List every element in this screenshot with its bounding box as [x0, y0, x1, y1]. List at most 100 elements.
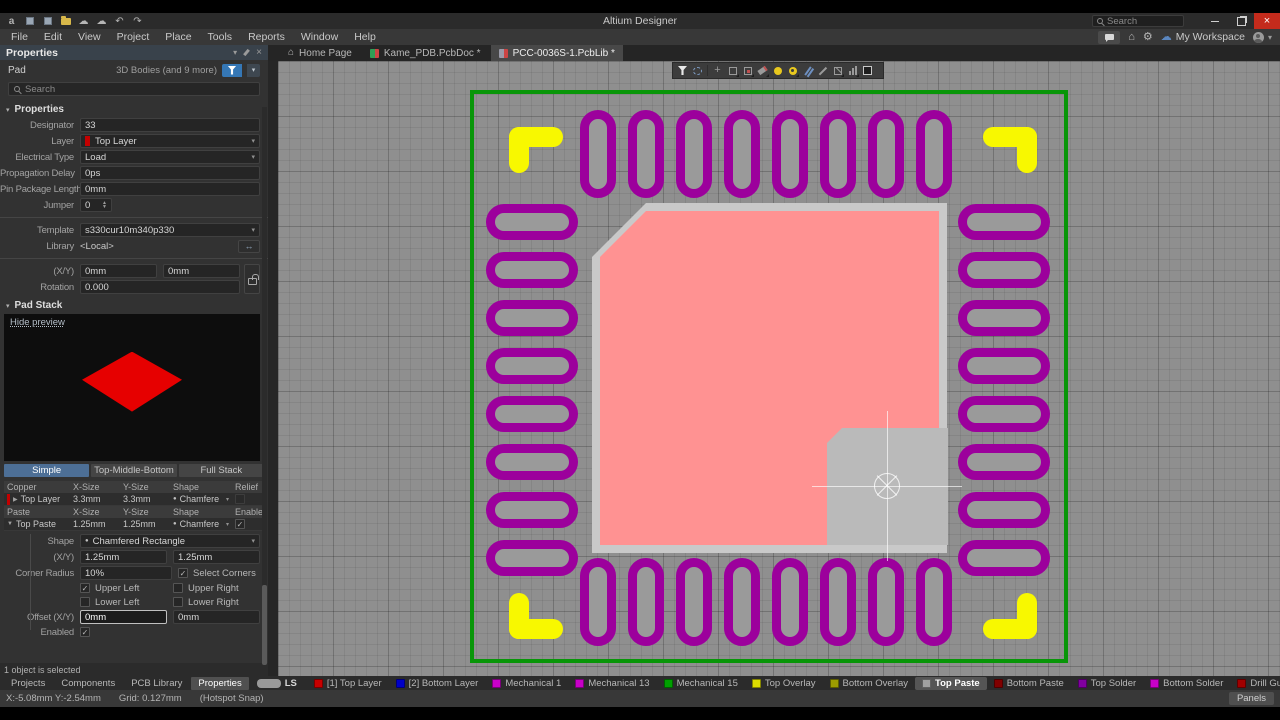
place-component-icon[interactable]	[741, 64, 754, 77]
cloud-status-icon[interactable]: ☁	[96, 16, 107, 27]
filter-button[interactable]	[222, 64, 242, 77]
upper-left-checkbox[interactable]	[80, 583, 90, 593]
perimeter-pad[interactable]	[958, 396, 1050, 432]
filter-icon[interactable]	[676, 64, 689, 77]
comments-button[interactable]	[1098, 31, 1120, 44]
gear-icon[interactable]: ⚙	[1143, 32, 1153, 43]
layer-set-button[interactable]: LS	[285, 678, 297, 689]
layer-tab-drill-guide[interactable]: Drill Guide	[1230, 677, 1280, 690]
move-icon[interactable]: +	[711, 64, 724, 77]
perimeter-pad[interactable]	[958, 348, 1050, 384]
perimeter-pad[interactable]	[486, 540, 578, 576]
save-all-icon[interactable]	[42, 16, 53, 27]
lower-left-checkbox[interactable]	[80, 597, 90, 607]
layer-tab-top-solder[interactable]: Top Solder	[1071, 677, 1143, 690]
spinner-arrows-icon[interactable]: ▲▼	[102, 201, 107, 209]
undo-icon[interactable]: ↶	[114, 16, 125, 27]
minimize-button[interactable]	[1202, 13, 1228, 29]
menu-project[interactable]: Project	[110, 30, 157, 44]
filter-dropdown-button[interactable]: ▾	[247, 64, 260, 77]
expand-arrow-icon[interactable]: ▶	[13, 496, 18, 503]
layer-tab-bottom-solder[interactable]: Bottom Solder	[1143, 677, 1230, 690]
panel-close-icon[interactable]: ×	[256, 47, 262, 58]
size-x-field[interactable]: 1.25mm	[80, 550, 167, 564]
pin-icon[interactable]	[243, 49, 250, 56]
doc-tab-pcbdoc[interactable]: Kame_PDB.PcbDoc *	[362, 45, 489, 61]
place-pad-icon[interactable]	[771, 64, 784, 77]
corner-marker-bottom-left[interactable]	[509, 593, 529, 639]
cloud-sync-icon[interactable]: ☁	[78, 16, 89, 27]
layer-select[interactable]: Top Layer▾	[80, 134, 260, 148]
enabled-checkbox[interactable]	[80, 627, 90, 637]
panel-tab-pcb-library[interactable]: PCB Library	[124, 677, 189, 690]
rotation-field[interactable]: 0.000	[80, 280, 240, 294]
perimeter-pad[interactable]	[724, 110, 760, 198]
propagation-delay-field[interactable]: 0ps	[80, 166, 260, 180]
copper-top-layer-row[interactable]: ▶Top Layer 3.3mm 3.3mm ●Chamfere▾	[4, 493, 264, 506]
perimeter-pad[interactable]	[958, 540, 1050, 576]
perimeter-pad[interactable]	[580, 558, 616, 646]
relief-checkbox[interactable]	[235, 494, 245, 504]
layer-set-chip[interactable]	[257, 679, 281, 688]
pin-package-length-field[interactable]: 0mm	[80, 182, 260, 196]
doc-tab-home[interactable]: ⌂Home Page	[280, 45, 360, 61]
close-button[interactable]: ×	[1254, 13, 1280, 29]
paste-shape-select[interactable]: ●Chamfere▾	[170, 519, 232, 529]
perimeter-pad[interactable]	[772, 110, 808, 198]
paste-top-paste-row[interactable]: ▼Top Paste 1.25mm 1.25mm ●Chamfere▾	[4, 518, 264, 531]
mode-tab-full-stack[interactable]: Full Stack	[179, 464, 264, 477]
place-via-icon[interactable]	[786, 64, 799, 77]
copper-shape-select[interactable]: ●Chamfere▾	[170, 494, 232, 504]
panel-tab-properties[interactable]: Properties	[191, 677, 248, 690]
save-icon[interactable]	[24, 16, 35, 27]
copper-x-size[interactable]: 3.3mm	[70, 494, 120, 504]
perimeter-pad[interactable]	[628, 558, 664, 646]
perimeter-pad[interactable]	[868, 558, 904, 646]
offset-y-field[interactable]: 0mm	[173, 610, 260, 624]
array-icon[interactable]	[846, 64, 859, 77]
paste-y-size[interactable]: 1.25mm	[120, 519, 170, 529]
shape-select[interactable]: ●Chamfered Rectangle▾	[80, 534, 260, 548]
panel-scrollbar[interactable]	[262, 107, 267, 662]
corner-marker-bottom-right[interactable]	[1017, 593, 1037, 639]
library-link-button[interactable]: ↔	[238, 240, 260, 253]
perimeter-pad[interactable]	[486, 492, 578, 528]
layer-tab-top-overlay[interactable]: Top Overlay	[745, 677, 823, 690]
mode-tab-top-middle-bottom[interactable]: Top-Middle-Bottom	[91, 464, 176, 477]
perimeter-pad[interactable]	[916, 558, 952, 646]
perimeter-pad[interactable]	[958, 492, 1050, 528]
global-search-input[interactable]: Search	[1092, 15, 1184, 27]
panel-tab-projects[interactable]: Projects	[4, 677, 52, 690]
paste-enabled-checkbox[interactable]	[235, 519, 245, 529]
layer-tab-bottom-overlay[interactable]: Bottom Overlay	[823, 677, 915, 690]
upper-right-checkbox[interactable]	[173, 583, 183, 593]
menu-tools[interactable]: Tools	[201, 30, 240, 44]
layer-tab-bottom-paste[interactable]: Bottom Paste	[987, 677, 1071, 690]
perimeter-pad[interactable]	[580, 110, 616, 198]
place-line-icon[interactable]	[816, 64, 829, 77]
perimeter-pad[interactable]	[772, 558, 808, 646]
menu-help[interactable]: Help	[347, 30, 383, 44]
jumper-stepper[interactable]: 0▲▼	[80, 198, 112, 212]
perimeter-pad[interactable]	[676, 558, 712, 646]
redo-icon[interactable]: ↷	[132, 16, 143, 27]
menu-window[interactable]: Window	[294, 30, 345, 44]
perimeter-pad[interactable]	[820, 558, 856, 646]
route-icon[interactable]	[801, 64, 814, 77]
layer-tab-top-paste[interactable]: Top Paste	[915, 677, 987, 690]
perimeter-pad[interactable]	[868, 110, 904, 198]
my-workspace-button[interactable]: ☁ My Workspace	[1161, 31, 1245, 43]
perimeter-pad[interactable]	[486, 252, 578, 288]
board-view-icon[interactable]	[861, 64, 874, 77]
panels-button[interactable]: Panels	[1229, 692, 1274, 705]
mode-tab-simple[interactable]: Simple	[4, 464, 89, 477]
paste-x-size[interactable]: 1.25mm	[70, 519, 120, 529]
perimeter-pad[interactable]	[486, 300, 578, 336]
perimeter-pad[interactable]	[676, 110, 712, 198]
pcb-editor-canvas[interactable]: +	[278, 61, 1280, 676]
room-icon[interactable]	[726, 64, 739, 77]
copper-y-size[interactable]: 3.3mm	[120, 494, 170, 504]
perimeter-pad[interactable]	[486, 204, 578, 240]
select-corners-checkbox[interactable]	[178, 568, 188, 578]
panel-tab-components[interactable]: Components	[54, 677, 122, 690]
